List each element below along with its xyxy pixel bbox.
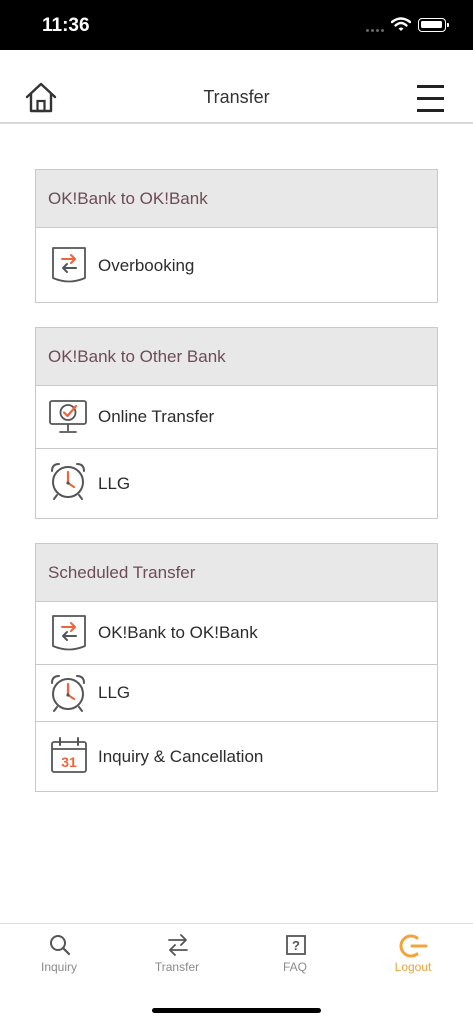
- menu-item-scheduled-llg[interactable]: LLG: [36, 664, 437, 721]
- menu-icon[interactable]: [417, 85, 445, 113]
- menu-item-label: LLG: [98, 474, 131, 493]
- tab-label: Logout: [394, 960, 432, 974]
- help-icon: ?: [286, 935, 306, 955]
- tab-faq[interactable]: ? FAQ: [236, 924, 354, 984]
- tab-logout[interactable]: Logout: [354, 924, 472, 984]
- status-bar: 11:36: [0, 0, 473, 50]
- section-ok-to-other: OK!Bank to Other Bank Online Transfer LL…: [35, 327, 438, 519]
- menu-item-online-transfer[interactable]: Online Transfer: [36, 386, 437, 448]
- status-time: 11:36: [42, 15, 90, 36]
- menu-item-label: LLG: [98, 683, 131, 702]
- section-title: OK!Bank to Other Bank: [36, 328, 437, 386]
- menu-item-inquiry-cancellation[interactable]: 31 Inquiry & Cancellation: [36, 721, 437, 791]
- tab-label: Inquiry: [40, 960, 78, 974]
- menu-item-scheduled-ok-to-ok[interactable]: OK!Bank to OK!Bank: [36, 602, 437, 664]
- home-indicator: [152, 1008, 321, 1013]
- transfer-doc-icon: [52, 615, 86, 651]
- menu-item-llg[interactable]: LLG: [36, 448, 437, 519]
- monitor-check-icon: [49, 400, 87, 433]
- section-scheduled: Scheduled Transfer OK!Bank to OK!Bank LL…: [35, 543, 438, 792]
- section-title: OK!Bank to OK!Bank: [36, 170, 437, 228]
- tab-label: FAQ: [282, 960, 307, 974]
- wifi-icon: [391, 17, 411, 31]
- battery-icon: [418, 18, 449, 32]
- section-title: Scheduled Transfer: [36, 544, 437, 602]
- tab-inquiry[interactable]: Inquiry: [0, 924, 118, 984]
- faq-glyph: ?: [292, 938, 300, 953]
- power-icon: [399, 934, 428, 958]
- transfer-arrows-icon: [168, 934, 188, 956]
- menu-item-label: Online Transfer: [98, 407, 215, 426]
- transfer-doc-icon: [52, 247, 86, 283]
- alarm-clock-icon: [51, 463, 85, 500]
- signal-icon: [366, 29, 386, 33]
- alarm-clock-icon: [51, 675, 85, 712]
- menu-item-overbooking[interactable]: Overbooking: [36, 228, 437, 303]
- search-icon: [50, 935, 71, 956]
- page-title: Transfer: [203, 87, 270, 107]
- section-ok-to-ok: OK!Bank to OK!Bank Overbooking: [35, 169, 438, 303]
- menu-item-label: Inquiry & Cancellation: [98, 746, 264, 766]
- menu-item-label: OK!Bank to OK!Bank: [98, 623, 258, 642]
- menu-item-label: Overbooking: [98, 255, 195, 275]
- app-header: Transfer: [0, 50, 473, 124]
- tab-label: Transfer: [154, 960, 200, 974]
- tab-transfer[interactable]: Transfer: [118, 924, 236, 984]
- calendar-icon: 31: [51, 737, 87, 773]
- calendar-day-label: 31: [61, 754, 77, 770]
